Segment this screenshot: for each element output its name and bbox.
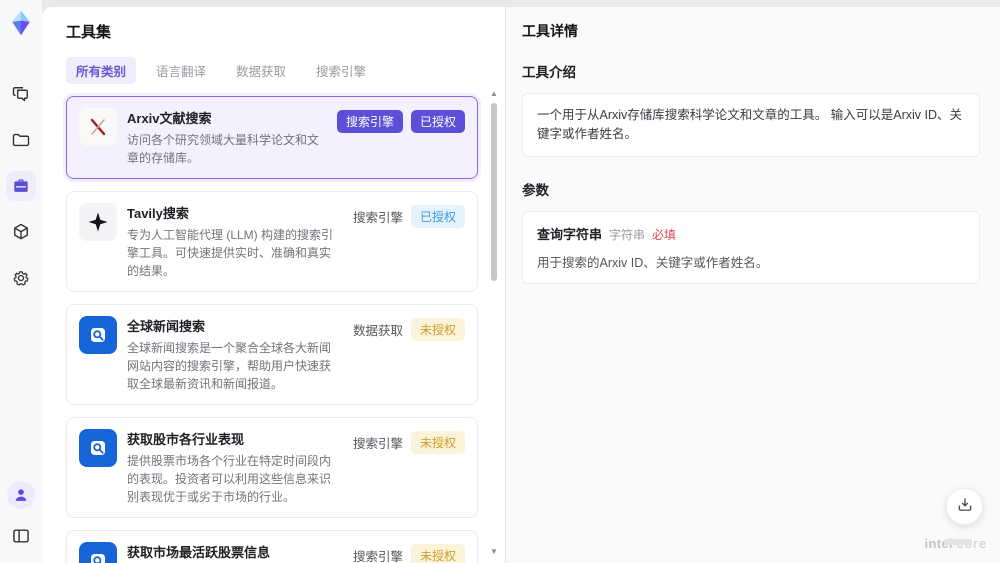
tool-category-tag: 搜索引擎 — [336, 110, 403, 133]
sidebar-item-cube[interactable] — [6, 217, 36, 247]
tab-category-2[interactable]: 数据获取 — [226, 57, 296, 84]
sidebar-item-toolbox[interactable] — [6, 171, 36, 201]
content-area: 工具集 所有类别 语言翻译 数据获取 搜索引擎 Arxiv文献搜索 访问各个研究领域大… — [42, 7, 1000, 563]
sidebar-item-gear[interactable] — [6, 263, 36, 293]
tool-category-tag: 搜索引擎 — [352, 437, 403, 451]
parameter-required-label: 必填 — [652, 227, 677, 242]
tool-auth-badge: 已授权 — [410, 110, 465, 133]
tool-details-panel: 工具详情 工具介绍 一个用于从Arxiv存储库搜索科学论文和文章的工具。 输入可… — [505, 7, 1000, 563]
sidebar-item-panel-toggle[interactable] — [6, 521, 36, 551]
download-icon — [956, 496, 974, 517]
params-heading: 参数 — [522, 182, 549, 198]
tool-title: Tavily搜索 — [127, 206, 189, 221]
tool-auth-badge: 未授权 — [410, 544, 465, 563]
arxiv-logo-icon — [79, 108, 117, 146]
toolbox-icon — [11, 176, 31, 196]
sidebar-item-folder[interactable] — [6, 125, 36, 155]
folder-icon — [11, 130, 31, 150]
app-window: 工具集 所有类别 语言翻译 数据获取 搜索引擎 Arxiv文献搜索 访问各个研究领域大… — [0, 0, 1000, 563]
sidebar-bottom — [0, 481, 42, 551]
tool-auth-badge: 已授权 — [410, 205, 465, 228]
sidebar — [0, 0, 42, 563]
tool-card[interactable]: Tavily搜索 专为人工智能代理 (LLM) 构建的搜索引擎工具。可快速提供实… — [66, 191, 478, 292]
tools-panel: 工具集 所有类别 语言翻译 数据获取 搜索引擎 Arxiv文献搜索 访问各个研究领域大… — [42, 7, 505, 563]
tool-card[interactable]: 获取市场最活跃股票信息 提供当天交易量最高的股票列表。投资者可以利用这些信息来识… — [66, 530, 478, 563]
tool-category-tag: 数据获取 — [352, 324, 403, 338]
intel-core-logo: intel core — [925, 536, 988, 551]
panel-toggle-icon — [11, 526, 31, 546]
tab-category-3[interactable]: 搜索引擎 — [306, 57, 376, 84]
intro-heading: 工具介绍 — [522, 65, 576, 80]
tavily-star-icon — [79, 203, 117, 241]
parameter-name: 查询字符串 — [537, 226, 603, 242]
tool-category-tag: 搜索引擎 — [352, 211, 403, 225]
scroll-up-icon[interactable]: ▲ — [489, 89, 499, 99]
tool-description: 访问各个研究领域大量科学论文和文章的存储库。 — [127, 133, 320, 165]
parameter-card: 查询字符串 字符串 必填 用于搜索的Arxiv ID、关键字或作者姓名。 — [522, 210, 980, 284]
download-button[interactable] — [946, 488, 983, 525]
sidebar-item-chat[interactable] — [6, 79, 36, 109]
tool-card[interactable]: Arxiv文献搜索 访问各个研究领域大量科学论文和文章的存储库。 搜索引擎 已授… — [66, 96, 478, 179]
tool-auth-badge: 未授权 — [410, 431, 465, 454]
cube-icon — [11, 222, 31, 242]
tool-category-tag: 搜索引擎 — [352, 550, 403, 563]
tab-category-0[interactable]: 所有类别 — [66, 57, 137, 84]
tool-title: 全球新闻搜索 — [127, 319, 206, 334]
stock-search-icon — [79, 542, 117, 563]
scrollbar-thumb[interactable] — [491, 103, 497, 281]
sidebar-item-user[interactable] — [7, 481, 35, 509]
tool-auth-badge: 未授权 — [410, 318, 465, 341]
intel-ultra-mark — [944, 539, 972, 545]
news-search-icon — [79, 316, 117, 354]
tool-description: 全球新闻搜索是一个聚合全球各大新闻网站内容的搜索引擎，帮助用户快速获取全球最新资… — [127, 341, 332, 391]
tab-category-1[interactable]: 语言翻译 — [146, 57, 216, 84]
tool-description: 提供股票市场各个行业在特定时间段内的表现。投资者可以利用这些信息来识别表现优于或… — [127, 454, 332, 504]
app-logo-icon[interactable] — [7, 9, 35, 37]
tool-title: 获取市场最活跃股票信息 — [127, 545, 271, 560]
tool-intro-text: 一个用于从Arxiv存储库搜索科学论文和文章的工具。 输入可以是Arxiv ID… — [522, 93, 980, 157]
scroll-down-icon[interactable]: ▼ — [489, 547, 499, 557]
tool-title: Arxiv文献搜索 — [127, 111, 212, 126]
tool-card[interactable]: 获取股市各行业表现 提供股票市场各个行业在特定时间段内的表现。投资者可以利用这些… — [66, 417, 478, 518]
sidebar-nav — [6, 79, 36, 293]
parameter-header: 查询字符串 字符串 必填 — [537, 224, 965, 243]
user-icon — [11, 485, 31, 505]
gear-icon — [11, 268, 31, 288]
details-title: 工具详情 — [522, 23, 578, 39]
tool-description: 专为人工智能代理 (LLM) 构建的搜索引擎工具。可快速提供实时、准确和真实的结… — [127, 228, 334, 278]
parameter-type: 字符串 — [609, 227, 646, 242]
list-scrollbar[interactable]: ▲ ▼ — [489, 89, 499, 557]
page-title: 工具集 — [66, 24, 112, 41]
chat-icon — [11, 84, 31, 104]
parameter-description: 用于搜索的Arxiv ID、关键字或作者姓名。 — [537, 255, 769, 270]
category-tabs: 所有类别 语言翻译 数据获取 搜索引擎 — [66, 57, 505, 84]
tool-card[interactable]: 全球新闻搜索 全球新闻搜索是一个聚合全球各大新闻网站内容的搜索引擎，帮助用户快速… — [66, 304, 478, 405]
tool-list: Arxiv文献搜索 访问各个研究领域大量科学论文和文章的存储库。 搜索引擎 已授… — [66, 96, 478, 563]
stock-search-icon — [79, 429, 117, 467]
tool-title: 获取股市各行业表现 — [127, 432, 245, 447]
